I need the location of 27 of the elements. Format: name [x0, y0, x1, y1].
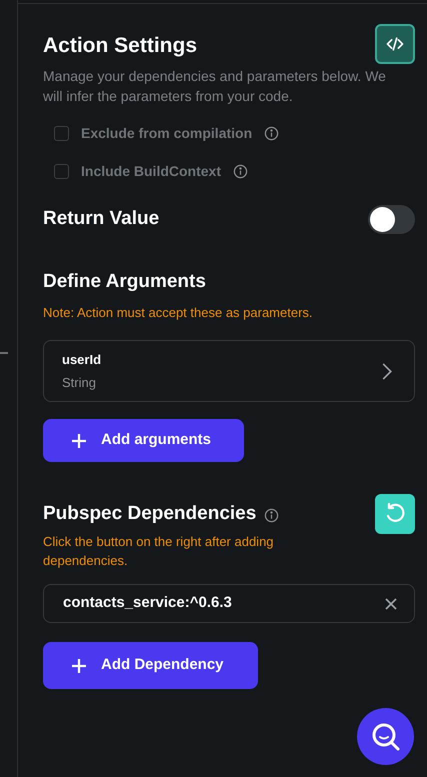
section-title: Pubspec Dependencies [43, 502, 256, 526]
checkbox-label: Include BuildContext [81, 162, 221, 181]
info-icon[interactable] [264, 508, 280, 522]
argument-card[interactable]: userId String [43, 340, 415, 402]
add-button[interactable]: Add Dependency [43, 642, 258, 689]
section-title: Define Arguments [43, 270, 207, 294]
warning-note: Note: Action must accept these as parameters. [43, 304, 314, 322]
panel-title: Action Settings [43, 33, 198, 59]
add-button[interactable]: Add arguments [43, 419, 244, 462]
close-icon[interactable] [385, 598, 397, 610]
code-button[interactable] [375, 24, 415, 64]
panel-description: Manage your dependencies and parameters below. We will infer the parameters from your code. [43, 67, 387, 106]
section-title: Return Value [43, 207, 160, 232]
argument-name: userId [62, 350, 102, 368]
argument-type: String [62, 374, 97, 392]
search-icon [370, 720, 402, 752]
chevron-right-icon [382, 362, 392, 380]
info-icon[interactable] [233, 164, 248, 179]
checkbox-label: Exclude from compilation [81, 124, 252, 143]
plus-icon [71, 658, 87, 674]
info-icon[interactable] [264, 126, 280, 141]
dependency-field[interactable]: contacts_service:^0.6.3 [43, 584, 415, 623]
warning-note: Click the button on the right after adding dependencies. [43, 533, 275, 570]
dependency-text: contacts_service:^0.6.3 [63, 593, 232, 614]
plus-icon [71, 432, 87, 448]
toggle-switch[interactable] [368, 205, 415, 234]
refresh-button[interactable] [375, 494, 415, 534]
